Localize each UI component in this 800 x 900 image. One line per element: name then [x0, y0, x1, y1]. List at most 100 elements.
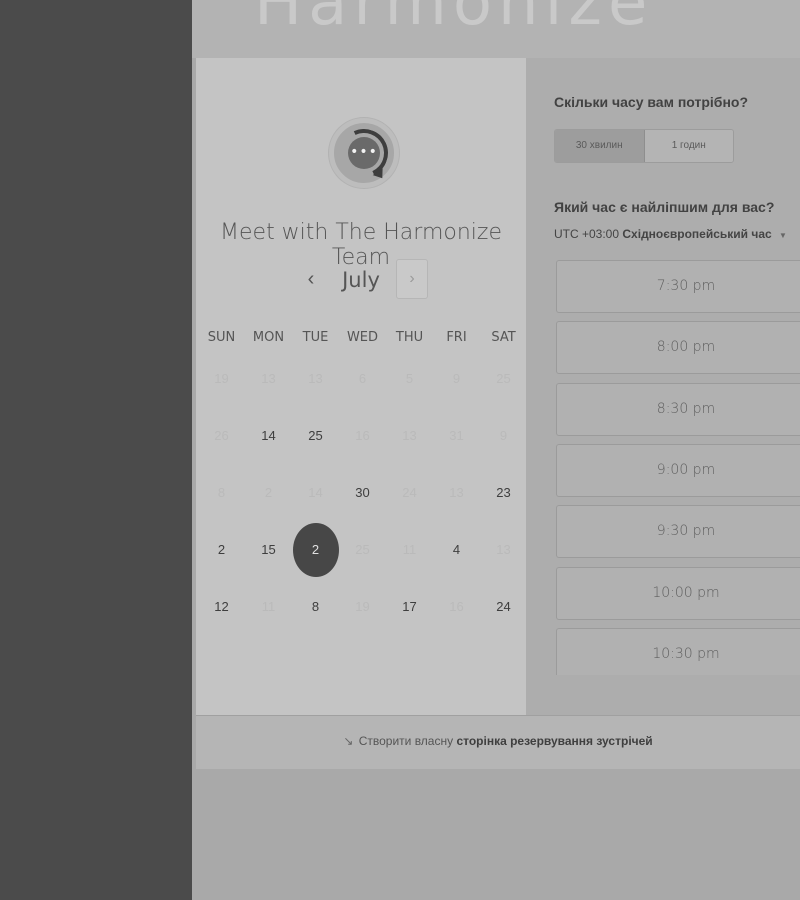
brand-header: Harmonize	[192, 0, 800, 58]
calendar-day-selected[interactable]: 2	[292, 522, 339, 577]
day-number: 19	[214, 370, 229, 386]
calendar-day[interactable]: 14	[245, 416, 292, 456]
day-number: 11	[261, 598, 276, 614]
day-number: 2	[264, 484, 273, 500]
calendar-day: 19	[198, 359, 245, 399]
calendar-day[interactable]: 8	[292, 587, 339, 627]
weekday-label: MON	[252, 330, 285, 345]
day-number: 25	[308, 427, 323, 443]
day-number: 8	[217, 484, 226, 500]
booking-card: ••• Meet with The Harmonize Team ‹ July …	[196, 58, 800, 769]
calendar-day: 19	[339, 587, 386, 627]
duration-30-min-button[interactable]: 30 хвилин	[555, 130, 645, 162]
time-slot-button[interactable]: 8:30 pm	[556, 382, 800, 436]
day-number: 14	[308, 484, 323, 500]
time-question: Який час є найліпшим для вас?	[554, 199, 775, 215]
calendar-day: 11	[245, 587, 292, 627]
day-number: 13	[402, 427, 417, 443]
pointer-icon: ↘	[343, 734, 354, 748]
calendar-day: 16	[339, 416, 386, 456]
calendar-day: 2	[245, 473, 292, 513]
calendar-day[interactable]: 30	[339, 473, 386, 513]
day-number: 2	[311, 541, 320, 557]
calendar-day: 13	[386, 416, 433, 456]
day-number: 25	[355, 541, 370, 557]
day-number: 13	[261, 370, 276, 386]
calendar-day[interactable]: 24	[480, 587, 527, 627]
caret-down-icon: ▼	[779, 231, 787, 240]
day-number: 9	[452, 370, 461, 386]
calendar-day[interactable]: 2	[198, 530, 245, 570]
team-avatar: •••	[329, 118, 399, 188]
day-number: 23	[496, 484, 511, 500]
prev-month-button[interactable]: ‹	[300, 266, 322, 294]
calendar-week: 12 11 8 19 17 16 24	[198, 578, 527, 635]
calendar-day: 13	[480, 530, 527, 570]
day-number: 19	[355, 598, 370, 614]
chat-bubble-icon: •••	[348, 137, 380, 169]
calendar-week: 19 13 13 6 5 9 25	[198, 350, 527, 407]
calendar-day: 6	[339, 359, 386, 399]
day-number: 2	[217, 541, 226, 557]
day-number: 14	[261, 427, 276, 443]
create-booking-page-link[interactable]: сторінка резервування зустрічей	[456, 734, 652, 748]
weekday-label: SUN	[207, 330, 236, 345]
calendar-day[interactable]: 25	[292, 416, 339, 456]
calendar-week: 26 14 25 16 13 31 9	[198, 407, 527, 464]
calendar-day: 9	[433, 359, 480, 399]
time-slot-panel: Скільки часу вам потрібно? 30 хвилин 1 г…	[526, 58, 800, 715]
calendar-day: 13	[292, 359, 339, 399]
day-number: 24	[402, 484, 417, 500]
calendar-day[interactable]: 12	[198, 587, 245, 627]
day-number: 30	[355, 484, 370, 500]
duration-question: Скільки часу вам потрібно?	[554, 94, 749, 110]
calendar-day[interactable]: 4	[433, 530, 480, 570]
timezone-name: Східноєвропейський час	[622, 227, 772, 241]
left-dark-panel	[0, 0, 192, 900]
calendar-week: 2 15 2 25 11 4 13	[198, 521, 527, 578]
month-label: July	[342, 268, 380, 292]
calendar-day: 24	[386, 473, 433, 513]
weekday-label: THU	[395, 330, 424, 345]
calendar-day: 25	[339, 530, 386, 570]
calendar-day: 11	[386, 530, 433, 570]
calendar-day: 26	[198, 416, 245, 456]
time-slot-button[interactable]: 9:00 pm	[556, 443, 800, 497]
day-number: 15	[261, 541, 276, 557]
calendar-panel: ••• Meet with The Harmonize Team ‹ July …	[196, 58, 526, 715]
weekday-label: SAT	[491, 330, 516, 345]
day-number: 25	[496, 370, 511, 386]
calendar-day: 5	[386, 359, 433, 399]
duration-1-hour-button[interactable]: 1 годин	[644, 130, 733, 162]
day-number: 16	[449, 598, 464, 614]
calendar-day[interactable]: 15	[245, 530, 292, 570]
weekday-header: SUN MON TUE WED THU FRI SAT	[198, 330, 527, 350]
day-number: 13	[308, 370, 323, 386]
time-slot-button[interactable]: 7:30 pm	[556, 260, 800, 313]
footer-prefix: Створити власну	[358, 734, 454, 748]
calendar-day: 13	[245, 359, 292, 399]
time-slot-button[interactable]: 10:00 pm	[556, 566, 800, 620]
time-slot-button[interactable]: 8:00 pm	[556, 321, 800, 375]
day-number: 13	[449, 484, 464, 500]
weekday-label: FRI	[446, 330, 467, 345]
calendar-day: 13	[433, 473, 480, 513]
calendar-day[interactable]: 23	[480, 473, 527, 513]
day-number: 12	[214, 598, 229, 614]
calendar-day[interactable]: 17	[386, 587, 433, 627]
day-number: 31	[449, 427, 464, 443]
time-slot-button[interactable]: 9:30 pm	[556, 505, 800, 559]
footer-bar: ↘ Створити власну сторінка резервування …	[196, 715, 800, 769]
calendar-grid: 19 13 13 6 5 9 25 26 14 25 16 13 31 9 8 2 14 30 24 13 23 2 15 2…	[198, 350, 527, 635]
calendar-day: 8	[198, 473, 245, 513]
time-slot-button[interactable]: 10:30 pm	[556, 627, 800, 675]
day-number: 4	[452, 541, 461, 557]
month-navigation: ‹ July ›	[196, 258, 526, 302]
timezone-select[interactable]: UTC +03:00 Східноєвропейський час ▼	[554, 227, 787, 241]
next-month-button[interactable]: ›	[396, 259, 428, 299]
day-number: 17	[402, 598, 417, 614]
calendar-day: 25	[480, 359, 527, 399]
calendar-day: 9	[480, 416, 527, 456]
day-number: 11	[402, 541, 417, 557]
brand-logo: Harmonize	[254, 0, 654, 40]
